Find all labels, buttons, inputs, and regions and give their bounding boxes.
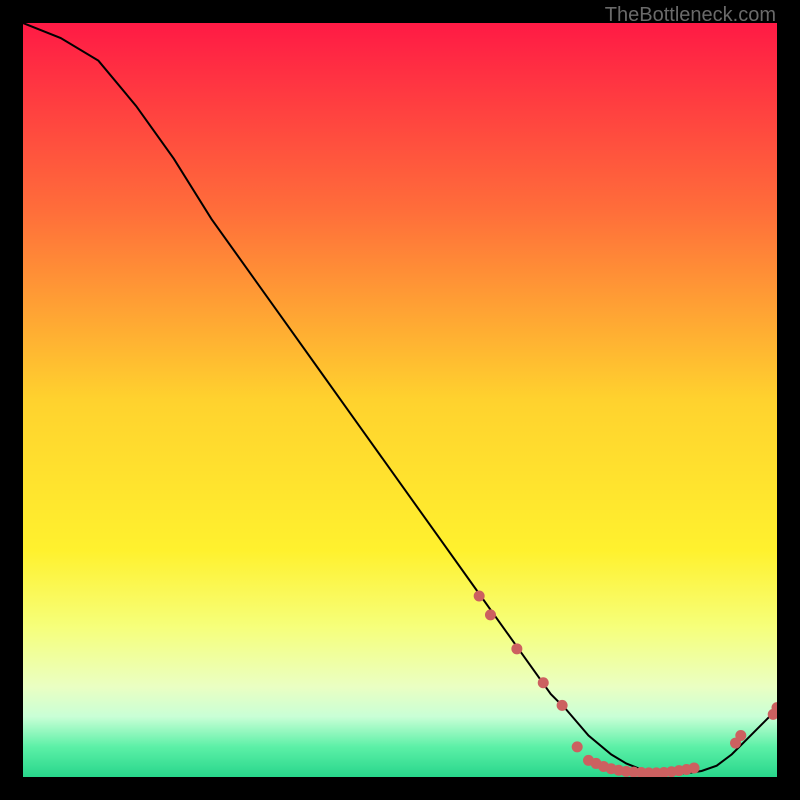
chart-plot <box>23 23 777 777</box>
data-marker <box>511 643 522 654</box>
data-marker <box>572 741 583 752</box>
data-marker <box>474 591 485 602</box>
data-marker <box>485 609 496 620</box>
chart-background <box>23 23 777 777</box>
watermark-text: TheBottleneck.com <box>605 4 776 27</box>
data-marker <box>735 730 746 741</box>
data-marker <box>689 762 700 773</box>
data-marker <box>538 677 549 688</box>
data-marker <box>557 700 568 711</box>
chart-svg <box>23 23 777 777</box>
